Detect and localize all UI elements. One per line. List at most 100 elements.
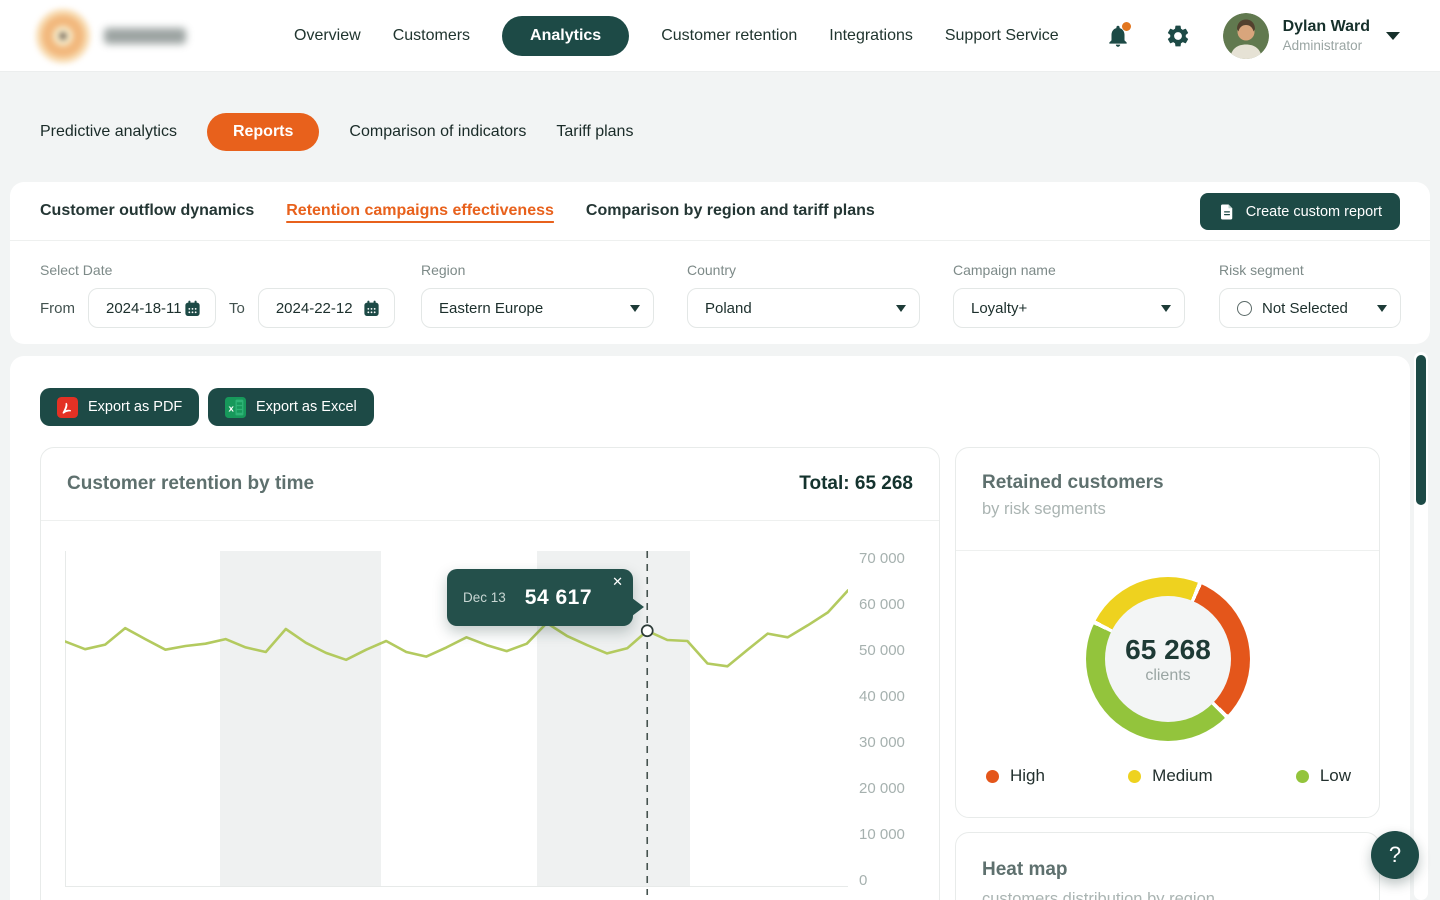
report-controls-card: Customer outflow dynamics Retention campa…: [10, 182, 1430, 344]
campaign-value: Loyalty+: [971, 300, 1027, 317]
chevron-down-icon: [630, 305, 640, 312]
y-tick-label: 60 000: [859, 596, 905, 613]
report-tab-customer-outflow-dynamics[interactable]: Customer outflow dynamics: [40, 202, 254, 220]
legend-item-medium: Medium: [1128, 766, 1212, 786]
chart-tooltip: Dec 13 54 617 ✕: [447, 569, 633, 626]
calendar-icon: [362, 299, 381, 318]
from-label: From: [40, 300, 75, 317]
chart-title: Customer retention by time: [67, 473, 314, 495]
notifications-button[interactable]: [1103, 21, 1133, 51]
help-button[interactable]: ?: [1371, 831, 1419, 879]
export-excel-button[interactable]: x Export as Excel: [208, 388, 374, 426]
donut-total-unit: clients: [1145, 667, 1190, 685]
legend-dot-low: [1296, 770, 1309, 783]
nav-item-customers[interactable]: Customers: [393, 27, 470, 45]
create-custom-report-button[interactable]: Create custom report: [1200, 193, 1400, 230]
date-from-field[interactable]: 2024-18-11: [88, 288, 216, 328]
country-label: Country: [687, 262, 736, 278]
chevron-down-icon: [896, 305, 906, 312]
divider: [10, 240, 1430, 241]
y-axis-tick-labels: 70 00060 00050 00040 00030 00020 00010 0…: [859, 551, 929, 895]
date-range-picker: From 2024-18-11 To 2024-22-12: [40, 288, 395, 328]
main-nav: Overview Customers Analytics Customer reten…: [294, 16, 1059, 56]
campaign-select[interactable]: Loyalty+: [953, 288, 1185, 328]
tab-reports[interactable]: Reports: [207, 113, 319, 151]
legend-label: High: [1010, 766, 1045, 786]
legend-label: Medium: [1152, 766, 1212, 786]
top-nav-bar: Overview Customers Analytics Customer reten…: [0, 0, 1440, 72]
y-tick-label: 0: [859, 872, 867, 889]
donut-legend: High Medium Low: [986, 766, 1351, 786]
y-tick-label: 50 000: [859, 642, 905, 659]
report-tab-retention-campaigns-effectiveness[interactable]: Retention campaigns effectiveness: [286, 202, 554, 220]
tab-tariff-plans[interactable]: Tariff plans: [556, 123, 633, 141]
risk-segment-label: Risk segment: [1219, 262, 1304, 278]
legend-item-high: High: [986, 766, 1045, 786]
line-chart-plot-area[interactable]: Dec 13 54 617 ✕: [65, 551, 848, 895]
donut-center: 65 268 clients: [1105, 596, 1231, 722]
nav-item-support-service[interactable]: Support Service: [945, 27, 1059, 45]
y-tick-label: 30 000: [859, 734, 905, 751]
chevron-down-icon: [1377, 305, 1387, 312]
nav-item-overview[interactable]: Overview: [294, 27, 361, 45]
export-excel-label: Export as Excel: [256, 399, 357, 415]
analytics-section-tabs: Predictive analytics Reports Comparison of…: [40, 112, 633, 151]
nav-item-customer-retention[interactable]: Customer retention: [661, 27, 797, 45]
nav-item-analytics[interactable]: Analytics: [502, 16, 629, 56]
date-from-value: 2024-18-11: [106, 300, 182, 317]
legend-dot-medium: [1128, 770, 1141, 783]
avatar: [1223, 13, 1269, 59]
brand-logo-mark-blurred: [36, 9, 90, 63]
user-menu[interactable]: Dylan Ward Administrator: [1223, 13, 1400, 59]
region-select[interactable]: Eastern Europe: [421, 288, 654, 328]
heat-map-subtitle: customers distribution by region: [982, 890, 1353, 900]
risk-segment-value: Not Selected: [1262, 300, 1348, 317]
tooltip-date: Dec 13: [463, 590, 506, 605]
document-icon: [1218, 202, 1236, 222]
report-content-card: Export as PDF x Export as Excel Customer…: [10, 356, 1410, 900]
circle-radio-icon: [1237, 301, 1252, 316]
export-pdf-button[interactable]: Export as PDF: [40, 388, 199, 426]
donut-card-subtitle: by risk segments: [982, 500, 1353, 519]
y-tick-label: 10 000: [859, 826, 905, 843]
y-tick-label: 20 000: [859, 780, 905, 797]
settings-button[interactable]: [1163, 21, 1193, 51]
tooltip-value: 54 617: [525, 586, 592, 610]
chart-total: Total: 65 268: [799, 473, 913, 495]
risk-segments-donut-chart: 65 268 clients: [1086, 577, 1250, 741]
header-actions: Dylan Ward Administrator: [1103, 13, 1400, 59]
date-to-field[interactable]: 2024-22-12: [258, 288, 395, 328]
tooltip-close-icon[interactable]: ✕: [612, 575, 623, 588]
retained-customers-card: Retained customers by risk segments 65 2…: [955, 447, 1380, 818]
report-tab-comparison-by-region-and-tariff-plans[interactable]: Comparison by region and tariff plans: [586, 202, 875, 220]
scrollbar-track[interactable]: [1414, 352, 1428, 900]
user-role: Administrator: [1283, 38, 1370, 53]
brand-logo-text-blurred: [104, 28, 186, 44]
legend-label: Low: [1320, 766, 1351, 786]
nav-item-integrations[interactable]: Integrations: [829, 27, 913, 45]
campaign-name-label: Campaign name: [953, 262, 1056, 278]
tab-comparison-of-indicators[interactable]: Comparison of indicators: [349, 123, 526, 141]
svg-text:x: x: [228, 403, 234, 414]
scrollbar-thumb[interactable]: [1416, 355, 1426, 505]
app-root: Overview Customers Analytics Customer reten…: [0, 0, 1440, 900]
calendar-icon: [183, 299, 202, 318]
region-value: Eastern Europe: [439, 300, 543, 317]
brand-logo[interactable]: [36, 9, 186, 63]
tab-predictive-analytics[interactable]: Predictive analytics: [40, 123, 177, 141]
user-name: Dylan Ward: [1283, 18, 1370, 36]
legend-item-low: Low: [1296, 766, 1351, 786]
gear-icon: [1165, 23, 1191, 49]
export-pdf-label: Export as PDF: [88, 399, 182, 415]
region-label: Region: [421, 262, 465, 278]
notification-dot: [1122, 22, 1131, 31]
risk-segment-select[interactable]: Not Selected: [1219, 288, 1401, 328]
divider: [956, 550, 1379, 551]
data-point-marker: [642, 625, 653, 636]
donut-card-title: Retained customers: [982, 472, 1353, 494]
country-select[interactable]: Poland: [687, 288, 920, 328]
country-value: Poland: [705, 300, 752, 317]
chevron-down-icon: [1386, 32, 1400, 40]
heat-map-title: Heat map: [982, 859, 1353, 881]
pdf-icon: [57, 397, 78, 418]
